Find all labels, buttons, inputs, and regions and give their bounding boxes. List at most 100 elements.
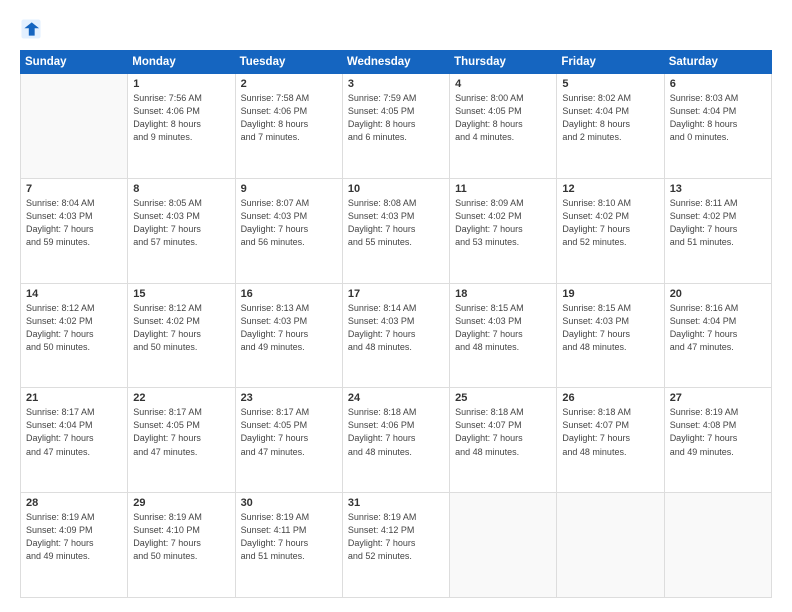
calendar-cell: 22 Sunrise: 8:17 AM Sunset: 4:05 PM Dayli…	[128, 388, 235, 493]
calendar-cell: 27Sunrise: 8:19 AM Sunset: 4:08 PM Dayli…	[664, 388, 771, 493]
day-number: 27	[670, 392, 766, 404]
header	[20, 18, 772, 40]
day-number: 5	[562, 78, 658, 90]
day-info: Sunrise: 8:15 AM Sunset: 4:03 PM Dayligh…	[455, 302, 551, 354]
logo-icon	[20, 18, 42, 40]
calendar-cell: 25 Sunrise: 8:18 AM Sunset: 4:07 PM Dayli…	[450, 388, 557, 493]
calendar-cell: 14Sunrise: 8:12 AM Sunset: 4:02 PM Dayli…	[21, 283, 128, 388]
day-info: Sunrise: 8:18 AM Sunset: 4:06 PM Dayligh…	[348, 406, 444, 458]
day-info: Sunrise: 8:18 AM Sunset: 4:07 PM Dayligh…	[562, 406, 658, 458]
calendar-cell: 31 Sunrise: 8:19 AM Sunset: 4:12 PM Dayli…	[342, 493, 449, 598]
day-number: 30	[241, 497, 337, 509]
day-header-tuesday: Tuesday	[235, 51, 342, 74]
day-info: Sunrise: 8:07 AM Sunset: 4:03 PM Dayligh…	[241, 197, 337, 249]
calendar-cell	[557, 493, 664, 598]
day-info: Sunrise: 8:17 AM Sunset: 4:05 PM Dayligh…	[133, 406, 229, 458]
day-info: Sunrise: 8:18 AM Sunset: 4:07 PM Dayligh…	[455, 406, 551, 458]
day-number: 25	[455, 392, 551, 404]
day-number: 9	[241, 183, 337, 195]
calendar-cell: 28Sunrise: 8:19 AM Sunset: 4:09 PM Dayli…	[21, 493, 128, 598]
calendar-header-row: SundayMondayTuesdayWednesdayThursdayFrid…	[21, 51, 772, 74]
day-number: 8	[133, 183, 229, 195]
calendar-cell: 12 Sunrise: 8:10 AM Sunset: 4:02 PM Dayli…	[557, 178, 664, 283]
day-info: Sunrise: 8:11 AM Sunset: 4:02 PM Dayligh…	[670, 197, 766, 249]
calendar-cell: 11 Sunrise: 8:09 AM Sunset: 4:02 PM Dayli…	[450, 178, 557, 283]
day-number: 19	[562, 288, 658, 300]
day-number: 1	[133, 78, 229, 90]
day-number: 18	[455, 288, 551, 300]
day-number: 6	[670, 78, 766, 90]
day-header-sunday: Sunday	[21, 51, 128, 74]
day-number: 22	[133, 392, 229, 404]
day-info: Sunrise: 8:09 AM Sunset: 4:02 PM Dayligh…	[455, 197, 551, 249]
calendar-cell: 13 Sunrise: 8:11 AM Sunset: 4:02 PM Dayli…	[664, 178, 771, 283]
day-info: Sunrise: 8:10 AM Sunset: 4:02 PM Dayligh…	[562, 197, 658, 249]
calendar-cell: 4 Sunrise: 8:00 AM Sunset: 4:05 PM Daylig…	[450, 74, 557, 179]
day-header-friday: Friday	[557, 51, 664, 74]
calendar-cell: 23 Sunrise: 8:17 AM Sunset: 4:05 PM Dayli…	[235, 388, 342, 493]
day-info: Sunrise: 7:59 AM Sunset: 4:05 PM Dayligh…	[348, 92, 444, 144]
calendar-cell: 17 Sunrise: 8:14 AM Sunset: 4:03 PM Dayli…	[342, 283, 449, 388]
calendar-cell: 20 Sunrise: 8:16 AM Sunset: 4:04 PM Dayli…	[664, 283, 771, 388]
calendar-cell: 8 Sunrise: 8:05 AM Sunset: 4:03 PM Daylig…	[128, 178, 235, 283]
day-info: Sunrise: 8:14 AM Sunset: 4:03 PM Dayligh…	[348, 302, 444, 354]
calendar-cell: 7Sunrise: 8:04 AM Sunset: 4:03 PM Daylig…	[21, 178, 128, 283]
day-info: Sunrise: 8:04 AM Sunset: 4:03 PM Dayligh…	[26, 197, 122, 249]
day-number: 16	[241, 288, 337, 300]
calendar-cell: 21Sunrise: 8:17 AM Sunset: 4:04 PM Dayli…	[21, 388, 128, 493]
calendar-cell	[21, 74, 128, 179]
day-number: 26	[562, 392, 658, 404]
day-info: Sunrise: 7:56 AM Sunset: 4:06 PM Dayligh…	[133, 92, 229, 144]
day-info: Sunrise: 8:19 AM Sunset: 4:12 PM Dayligh…	[348, 511, 444, 563]
calendar-cell: 10 Sunrise: 8:08 AM Sunset: 4:03 PM Dayli…	[342, 178, 449, 283]
day-number: 11	[455, 183, 551, 195]
calendar-table: SundayMondayTuesdayWednesdayThursdayFrid…	[20, 50, 772, 598]
day-number: 3	[348, 78, 444, 90]
day-info: Sunrise: 8:08 AM Sunset: 4:03 PM Dayligh…	[348, 197, 444, 249]
logo	[20, 18, 46, 40]
day-info: Sunrise: 8:17 AM Sunset: 4:04 PM Dayligh…	[26, 406, 122, 458]
day-number: 12	[562, 183, 658, 195]
calendar-cell: 5Sunrise: 8:02 AM Sunset: 4:04 PM Daylig…	[557, 74, 664, 179]
calendar-cell: 30 Sunrise: 8:19 AM Sunset: 4:11 PM Dayli…	[235, 493, 342, 598]
calendar-cell: 2 Sunrise: 7:58 AM Sunset: 4:06 PM Daylig…	[235, 74, 342, 179]
day-number: 28	[26, 497, 122, 509]
day-info: Sunrise: 8:00 AM Sunset: 4:05 PM Dayligh…	[455, 92, 551, 144]
day-info: Sunrise: 8:05 AM Sunset: 4:03 PM Dayligh…	[133, 197, 229, 249]
day-info: Sunrise: 8:15 AM Sunset: 4:03 PM Dayligh…	[562, 302, 658, 354]
calendar-cell	[664, 493, 771, 598]
calendar-cell: 24 Sunrise: 8:18 AM Sunset: 4:06 PM Dayli…	[342, 388, 449, 493]
day-number: 15	[133, 288, 229, 300]
calendar-week-row: 28Sunrise: 8:19 AM Sunset: 4:09 PM Dayli…	[21, 493, 772, 598]
day-info: Sunrise: 8:13 AM Sunset: 4:03 PM Dayligh…	[241, 302, 337, 354]
day-number: 4	[455, 78, 551, 90]
calendar-week-row: 7Sunrise: 8:04 AM Sunset: 4:03 PM Daylig…	[21, 178, 772, 283]
day-info: Sunrise: 8:17 AM Sunset: 4:05 PM Dayligh…	[241, 406, 337, 458]
day-info: Sunrise: 7:58 AM Sunset: 4:06 PM Dayligh…	[241, 92, 337, 144]
day-header-thursday: Thursday	[450, 51, 557, 74]
day-number: 10	[348, 183, 444, 195]
day-number: 20	[670, 288, 766, 300]
calendar-week-row: 14Sunrise: 8:12 AM Sunset: 4:02 PM Dayli…	[21, 283, 772, 388]
page: SundayMondayTuesdayWednesdayThursdayFrid…	[0, 0, 792, 612]
day-header-monday: Monday	[128, 51, 235, 74]
calendar-cell: 1 Sunrise: 7:56 AM Sunset: 4:06 PM Daylig…	[128, 74, 235, 179]
day-number: 31	[348, 497, 444, 509]
day-info: Sunrise: 8:19 AM Sunset: 4:11 PM Dayligh…	[241, 511, 337, 563]
day-number: 24	[348, 392, 444, 404]
day-number: 13	[670, 183, 766, 195]
day-info: Sunrise: 8:12 AM Sunset: 4:02 PM Dayligh…	[133, 302, 229, 354]
day-number: 17	[348, 288, 444, 300]
day-info: Sunrise: 8:12 AM Sunset: 4:02 PM Dayligh…	[26, 302, 122, 354]
calendar-cell: 16 Sunrise: 8:13 AM Sunset: 4:03 PM Dayli…	[235, 283, 342, 388]
day-info: Sunrise: 8:03 AM Sunset: 4:04 PM Dayligh…	[670, 92, 766, 144]
day-number: 2	[241, 78, 337, 90]
calendar-cell: 29Sunrise: 8:19 AM Sunset: 4:10 PM Dayli…	[128, 493, 235, 598]
calendar-cell: 19 Sunrise: 8:15 AM Sunset: 4:03 PM Dayli…	[557, 283, 664, 388]
calendar-cell: 6 Sunrise: 8:03 AM Sunset: 4:04 PM Daylig…	[664, 74, 771, 179]
calendar-cell	[450, 493, 557, 598]
day-info: Sunrise: 8:16 AM Sunset: 4:04 PM Dayligh…	[670, 302, 766, 354]
calendar-week-row: 1 Sunrise: 7:56 AM Sunset: 4:06 PM Daylig…	[21, 74, 772, 179]
day-number: 23	[241, 392, 337, 404]
calendar-cell: 26 Sunrise: 8:18 AM Sunset: 4:07 PM Dayli…	[557, 388, 664, 493]
